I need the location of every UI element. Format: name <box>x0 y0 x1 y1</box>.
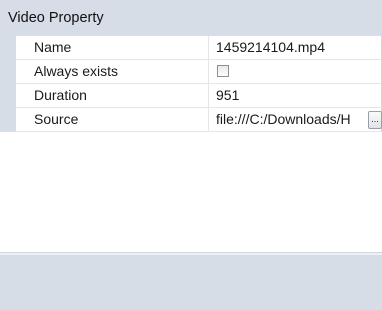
property-value-always-exists <box>210 60 382 83</box>
property-label-name[interactable]: Name <box>16 36 209 59</box>
description-pane <box>0 255 382 310</box>
source-path-text[interactable]: file:///C:/Downloads/H <box>216 111 351 127</box>
property-value-name[interactable]: 1459214104.mp4 <box>210 36 382 59</box>
row-gutter <box>0 84 16 108</box>
property-label-always-exists[interactable]: Always exists <box>16 60 209 83</box>
browse-ellipsis-button[interactable]: ... <box>368 111 382 129</box>
property-label-duration[interactable]: Duration <box>16 84 209 107</box>
property-row-duration[interactable]: Duration 951 <box>0 84 382 108</box>
group-title: Video Property <box>8 10 104 26</box>
property-list: Name 1459214104.mp4 Always exists Durati… <box>0 36 382 132</box>
row-gutter <box>0 60 16 84</box>
property-value-duration[interactable]: 951 <box>210 84 382 107</box>
row-gutter <box>0 36 16 60</box>
property-value-source[interactable]: file:///C:/Downloads/H ... <box>210 108 382 131</box>
row-gutter <box>0 108 16 132</box>
property-row-source[interactable]: Source file:///C:/Downloads/H ... <box>0 108 382 132</box>
always-exists-checkbox[interactable] <box>217 65 229 77</box>
property-row-always-exists[interactable]: Always exists <box>0 60 382 84</box>
group-header-video-property[interactable]: Video Property <box>0 0 382 36</box>
grid-empty-area <box>0 132 382 252</box>
property-label-source[interactable]: Source <box>16 108 209 131</box>
property-row-name[interactable]: Name 1459214104.mp4 <box>0 36 382 60</box>
property-grid-panel: Video Property Name 1459214104.mp4 Alway… <box>0 0 382 310</box>
